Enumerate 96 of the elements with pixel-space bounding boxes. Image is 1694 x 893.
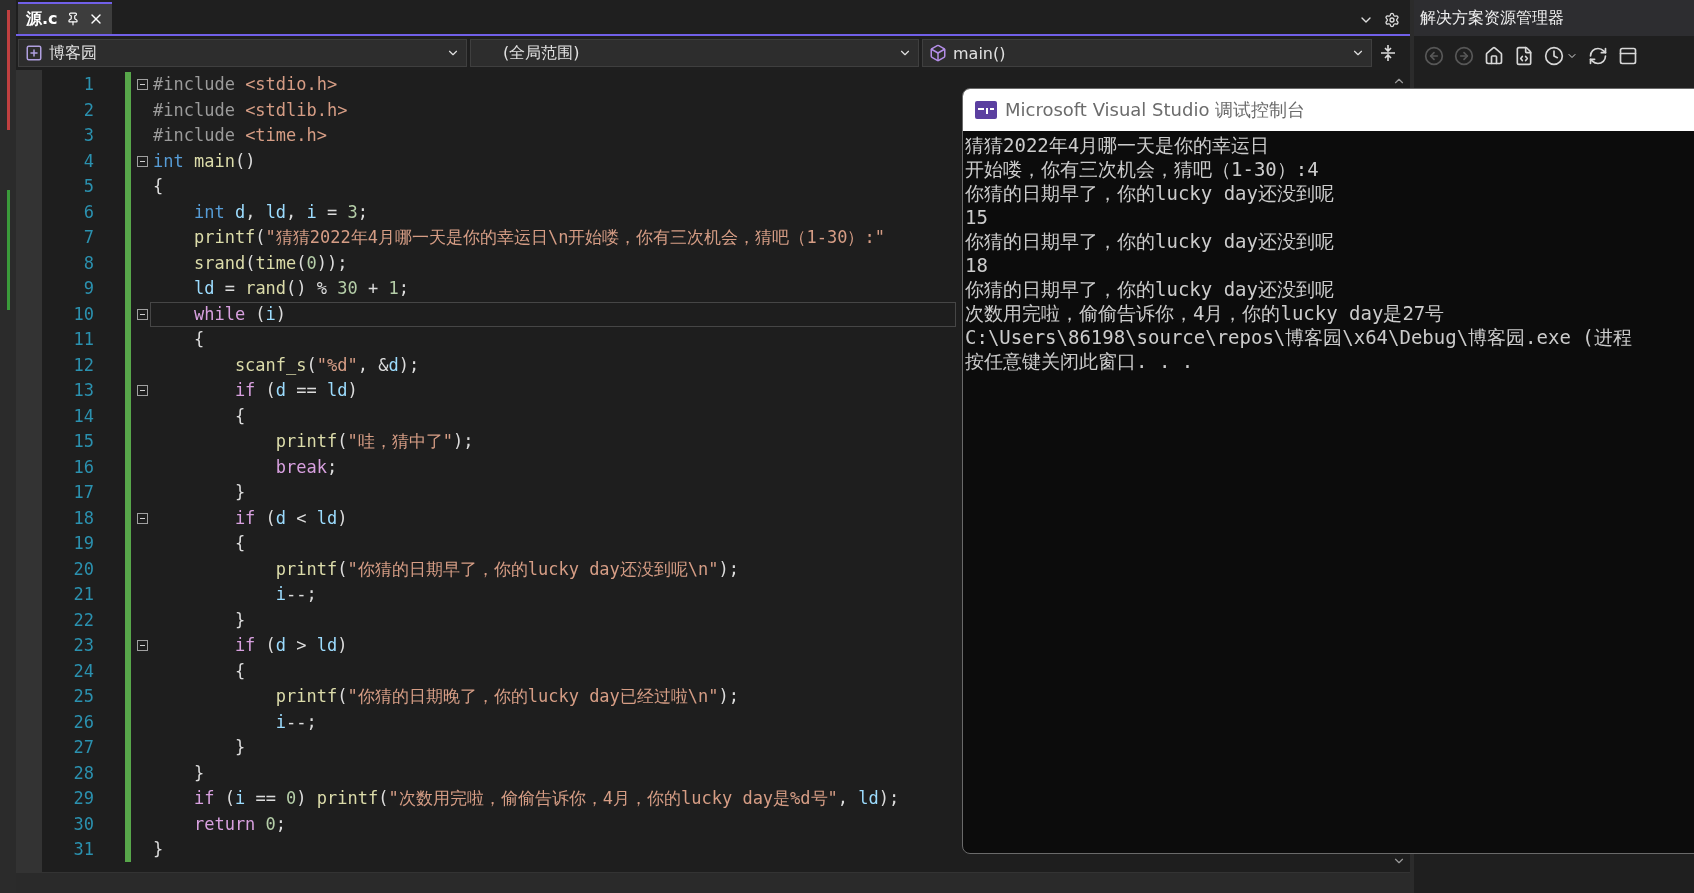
collapse-toggle[interactable] xyxy=(136,640,148,652)
forward-icon xyxy=(1454,46,1474,66)
pin-icon[interactable] xyxy=(65,12,80,26)
console-line: 15 xyxy=(965,205,989,229)
line-number: 5 xyxy=(83,175,94,198)
collapse-toggle[interactable] xyxy=(136,512,148,524)
panel-icon xyxy=(1618,46,1638,66)
code-line: srand(time(0)); xyxy=(192,251,349,275)
line-number: 8 xyxy=(83,251,94,275)
settings-icon[interactable] xyxy=(1384,12,1400,28)
collapse-toggle[interactable] xyxy=(136,385,148,397)
line-number: 3 xyxy=(83,124,94,147)
code-line: printf("你猜的日期早了，你的lucky day还没到呢\n"); xyxy=(274,557,741,581)
line-number: 21 xyxy=(73,583,94,606)
code-line: { xyxy=(233,659,247,683)
code-line: ld = rand() % 30 + 1; xyxy=(192,277,410,300)
line-number: 31 xyxy=(73,838,94,861)
line-number: 1 xyxy=(83,73,94,96)
code-line: break; xyxy=(274,455,339,479)
code-line: } xyxy=(233,608,247,632)
console-line: 18 xyxy=(965,253,989,277)
console-line: 你猜的日期早了，你的lucky day还没到呢 xyxy=(965,277,1335,301)
line-number: 10 xyxy=(73,302,94,326)
console-title: Microsoft Visual Studio 调试控制台 xyxy=(1005,98,1306,122)
code-line: { xyxy=(192,328,206,351)
line-number: 18 xyxy=(73,506,94,530)
line-number: 2 xyxy=(83,98,94,122)
code-line: if (d < ld) xyxy=(233,506,349,530)
line-number: 29 xyxy=(73,787,94,810)
project-icon xyxy=(25,44,43,62)
console-icon xyxy=(975,101,997,119)
code-line: printf("你猜的日期晚了，你的lucky day已经过啦\n"); xyxy=(274,685,741,708)
scope-dropdown[interactable]: (全局范围) xyxy=(470,39,919,67)
home-icon xyxy=(1484,46,1504,66)
console-line: 次数用完啦，偷偷告诉你，4月，你的lucky day是27号 xyxy=(965,301,1446,325)
code-line: #include <stdio.h> xyxy=(152,73,339,96)
line-number: 19 xyxy=(73,532,94,555)
line-number: 9 xyxy=(83,277,94,300)
code-line: printf("哇，猜中了"); xyxy=(274,430,475,453)
code-line: } xyxy=(192,761,206,785)
line-number: 25 xyxy=(73,685,94,708)
refresh-icon xyxy=(1588,46,1608,66)
code-line: scanf_s("%d", &d); xyxy=(233,353,421,377)
line-number: 26 xyxy=(73,710,94,734)
code-line: i--; xyxy=(274,710,318,734)
code-line: { xyxy=(152,175,165,198)
line-number: 16 xyxy=(73,455,94,479)
code-line: { xyxy=(233,404,247,428)
code-line: if (i == 0) printf("次数用完啦，偷偷告诉你，4月，你的lucky day是%d号", ld); xyxy=(192,787,901,810)
file-icon xyxy=(1514,46,1534,66)
code-line: printf("猜猜2022年4月哪一天是你的幸运日\n开始喽，你有三次机会，猜吧（1-30）:" xyxy=(192,226,886,249)
code-line: if (d == ld) xyxy=(233,379,359,402)
collapse-toggle[interactable] xyxy=(136,79,148,91)
line-number: 4 xyxy=(83,149,94,173)
line-number: 24 xyxy=(73,659,94,683)
line-number: 22 xyxy=(73,608,94,632)
line-number: 28 xyxy=(73,761,94,785)
back-icon xyxy=(1424,46,1444,66)
code-line: { xyxy=(233,532,247,555)
clock-icon xyxy=(1544,46,1564,66)
line-number: 13 xyxy=(73,379,94,402)
code-line: } xyxy=(233,736,247,759)
line-number: 17 xyxy=(73,481,94,504)
console-line: 你猜的日期早了，你的lucky day还没到呢 xyxy=(965,181,1335,205)
code-line: i--; xyxy=(274,583,318,606)
code-line: } xyxy=(152,838,165,861)
line-number: 30 xyxy=(73,812,94,836)
code-line: if (d > ld) xyxy=(233,634,349,657)
code-line: } xyxy=(233,481,247,504)
line-number: 23 xyxy=(73,634,94,657)
line-number: 15 xyxy=(73,430,94,453)
line-number: 20 xyxy=(73,557,94,581)
code-line: int main() xyxy=(152,149,257,173)
console-line: C:\Users\86198\source\repos\博客园\x64\Debug\博客园.exe (进程 xyxy=(965,325,1633,349)
document-tab[interactable]: 源.c xyxy=(18,2,112,34)
console-line: 按任意键关闭此窗口. . . xyxy=(965,349,1195,373)
console-line: 猜猜2022年4月哪一天是你的幸运日 xyxy=(965,133,1271,157)
collapse-toggle[interactable] xyxy=(136,155,148,167)
split-icon xyxy=(1380,44,1396,62)
project-dropdown[interactable]: 博客园 xyxy=(18,39,467,67)
code-line: int d, ld, i = 3; xyxy=(192,200,370,224)
line-number: 6 xyxy=(83,200,94,224)
panel-title: 解决方案资源管理器 xyxy=(1414,0,1694,36)
line-number: 14 xyxy=(73,404,94,428)
console-line: 开始喽，你有三次机会，猜吧（1-30）:4 xyxy=(965,157,1320,181)
line-number: 11 xyxy=(73,328,94,351)
line-number: 12 xyxy=(73,353,94,377)
line-number: 7 xyxy=(83,226,94,249)
cube-icon xyxy=(929,44,947,62)
line-number: 27 xyxy=(73,736,94,759)
code-line: #include <time.h> xyxy=(152,124,328,147)
collapse-toggle[interactable] xyxy=(136,308,148,320)
code-line: return 0; xyxy=(192,812,288,836)
console-line: 你猜的日期早了，你的lucky day还没到呢 xyxy=(965,229,1335,253)
member-dropdown[interactable]: main() xyxy=(922,39,1372,67)
code-line: #include <stdlib.h> xyxy=(152,98,349,122)
